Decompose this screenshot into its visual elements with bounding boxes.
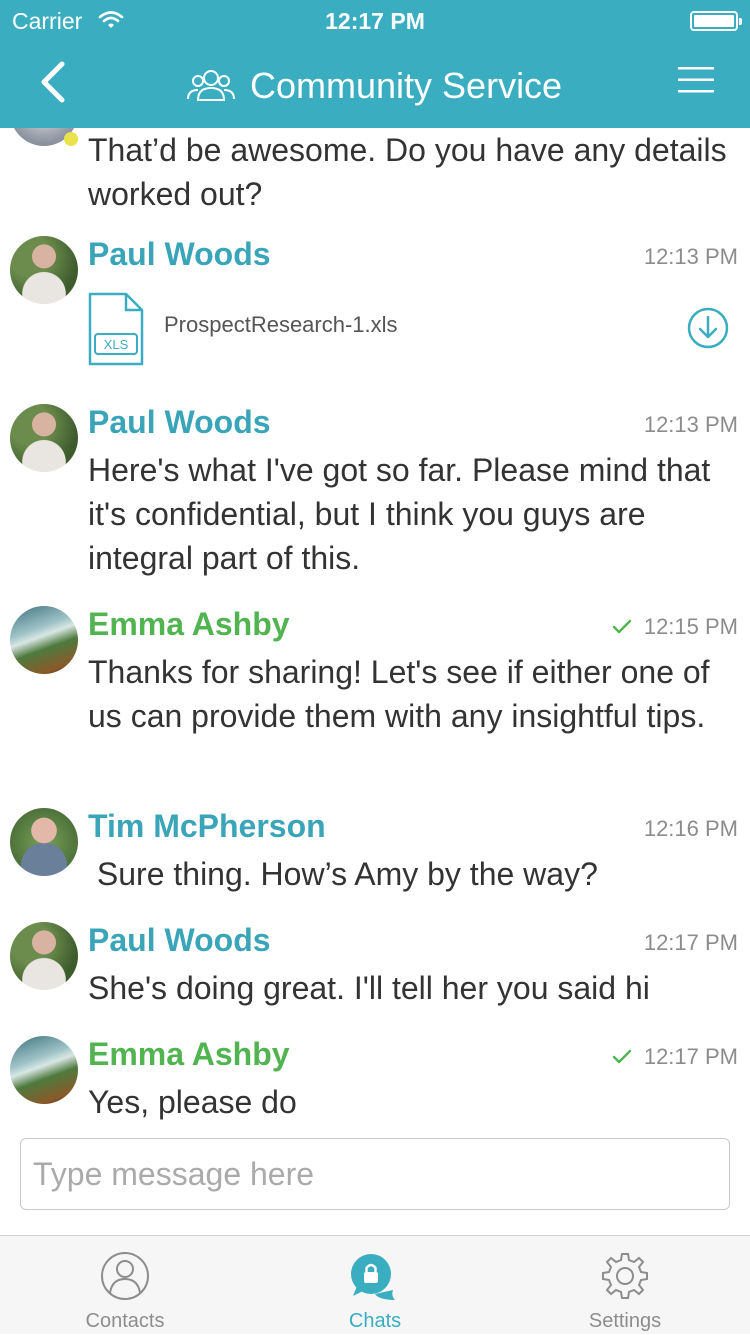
sender-name[interactable]: Paul Woods [88,920,271,960]
avatar[interactable] [10,808,78,876]
download-icon[interactable] [686,306,730,350]
sender-name[interactable]: Paul Woods [88,402,271,442]
group-icon [187,70,235,101]
tab-bar: Contacts Chats Settings [0,1235,750,1334]
sender-name[interactable]: Tim McPherson [88,806,326,846]
back-button[interactable] [30,58,78,106]
message-timestamp: 12:13 PM [643,244,738,269]
message-timestamp: 12:17 PM [643,930,738,955]
chats-icon [351,1254,395,1300]
avatar[interactable] [10,606,78,674]
message-text: She's doing great. I'll tell her you sai… [88,970,650,1006]
tab-label: Settings [588,1310,662,1332]
read-check-icon [612,1049,632,1064]
message-text: Sure thing. How’s Amy by the way? [88,856,598,892]
page-title: Community Service [250,65,563,106]
message-timestamp: 12:15 PM [612,614,738,640]
message-text: Here's what I've got so far. Please mind… [88,452,711,576]
chevron-left-icon [41,61,65,103]
battery-icon [690,11,742,31]
file-name: ProspectResearch-1.xls [164,312,398,337]
chat-thread[interactable]: That’d be awesome. Do you have any detai… [0,128,750,1130]
message-text: Yes, please do [88,1084,297,1120]
status-time: 12:17 PM [325,8,425,34]
nav-title: Community Service [186,62,562,110]
gear-icon [602,1253,648,1299]
message-text: That’d be awesome. Do you have any detai… [88,132,727,212]
tab-label: Contacts [85,1310,165,1332]
contacts-icon [101,1252,149,1300]
xls-file-icon: XLS [88,292,144,366]
sender-name[interactable]: Paul Woods [88,234,271,274]
svg-text:XLS: XLS [104,337,129,352]
tab-label: Chats [348,1310,402,1332]
sender-name[interactable]: Emma Ashby [88,604,290,644]
read-check-icon [612,619,632,634]
file-attachment[interactable]: XLS ProspectResearch-1.xls [88,292,734,368]
avatar[interactable] [10,404,78,472]
message-text: Thanks for sharing! Let's see if either … [88,654,710,734]
tab-contacts[interactable]: Contacts [0,1236,250,1335]
avatar[interactable] [10,128,78,146]
avatar[interactable] [10,236,78,304]
message-timestamp: 12:13 PM [643,412,738,437]
nav-header: Carrier 12:17 PM Community Service [0,0,750,128]
avatar[interactable] [10,1036,78,1104]
sender-name[interactable]: Emma Ashby [88,1034,290,1074]
message-timestamp: 12:17 PM [612,1044,738,1070]
message-timestamp: 12:16 PM [643,816,738,841]
message-input[interactable] [21,1139,729,1209]
hamburger-menu-icon [678,67,714,93]
tab-chats[interactable]: Chats [250,1236,500,1335]
menu-button[interactable] [678,66,714,94]
avatar[interactable] [10,922,78,990]
message-composer [20,1138,730,1210]
status-bar: Carrier 12:17 PM [0,0,750,40]
tab-settings[interactable]: Settings [500,1236,750,1335]
